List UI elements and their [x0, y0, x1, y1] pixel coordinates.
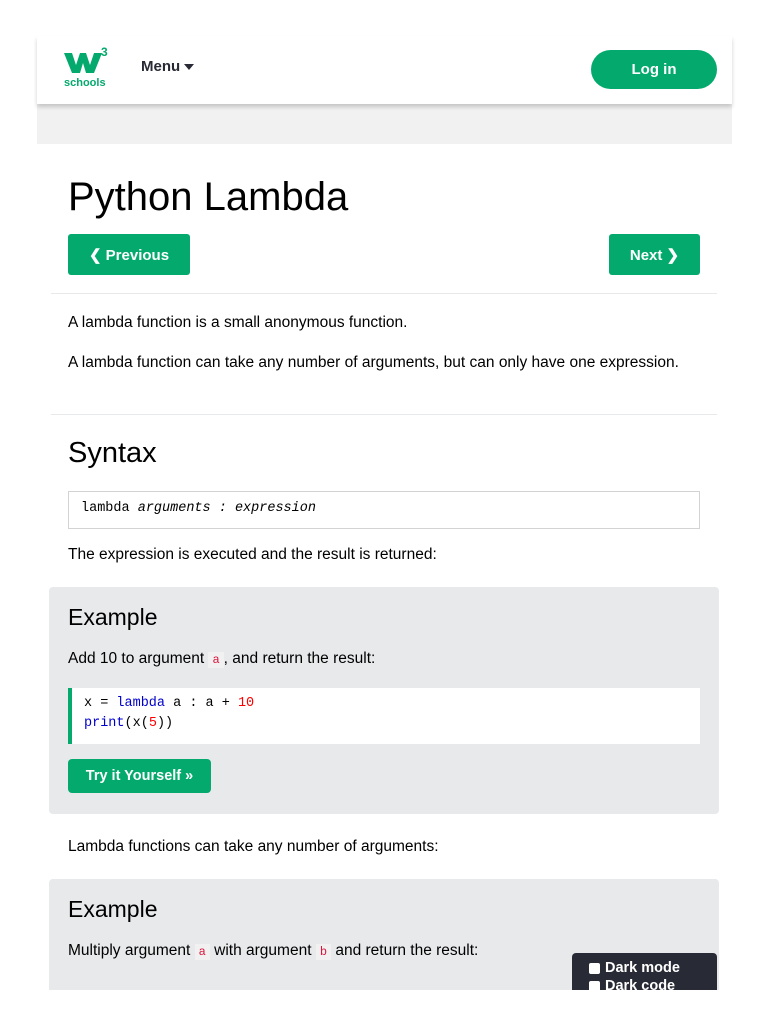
dark-code-toggle[interactable]: Dark code — [589, 977, 717, 990]
checkbox-icon[interactable] — [589, 980, 600, 990]
syntax-arguments: arguments — [137, 501, 211, 516]
desc-text: and return the result: — [331, 942, 479, 959]
desc-text: with argument — [209, 942, 316, 959]
page-title: Python Lambda — [68, 175, 349, 219]
syntax-expression: expression — [234, 501, 316, 516]
logo-wordmark: schools — [64, 77, 106, 89]
example-description: Add 10 to argument a, and return the res… — [68, 650, 375, 668]
previous-button[interactable]: ❮ Previous — [68, 234, 190, 275]
divider — [51, 414, 717, 415]
syntax-note: The expression is executed and the resul… — [68, 546, 437, 563]
inline-code-a: a — [194, 944, 210, 960]
between-paragraph: Lambda functions can take any number of … — [68, 838, 439, 855]
menu-label: Menu — [141, 58, 181, 75]
dark-mode-toggle[interactable]: Dark mode — [589, 959, 717, 977]
ad-banner-area — [37, 104, 732, 144]
dark-code-label: Dark code — [605, 978, 676, 990]
dark-mode-label: Dark mode — [605, 960, 680, 976]
example-description: Multiply argument a with argument b and … — [68, 942, 478, 960]
inline-code-b: b — [315, 944, 332, 960]
desc-text: Add 10 to argument — [68, 650, 209, 667]
syntax-heading: Syntax — [68, 437, 157, 469]
code-line-2: print(x(5)) — [84, 714, 688, 734]
login-button[interactable]: Log in — [591, 50, 717, 89]
code-keyword: lambda — [116, 696, 166, 711]
example-box-1: Example Add 10 to argument a, and return… — [49, 587, 719, 814]
checkbox-icon[interactable] — [589, 962, 600, 974]
code-number: 10 — [237, 696, 255, 711]
example-title: Example — [68, 896, 158, 922]
w3schools-logo[interactable]: 3 schools — [64, 45, 114, 91]
example-code-box: x = lambda a : a + 10 print(x(5)) — [68, 688, 700, 744]
desc-text: Multiply argument — [68, 942, 195, 959]
desc-text: , and return the result: — [223, 650, 376, 667]
syntax-keyword: lambda — [81, 501, 138, 516]
caret-down-icon — [184, 64, 195, 70]
top-navbar: 3 schools Menu Log in — [37, 36, 732, 104]
main-content: Python Lambda ❮ Previous Next ❯ A lambda… — [37, 144, 732, 990]
logo-mark-icon — [64, 53, 102, 73]
dark-mode-panel: Dark mode Dark code — [572, 953, 717, 990]
code-number: 5 — [148, 716, 157, 731]
syntax-separator: : — [210, 501, 235, 516]
menu-button[interactable]: Menu — [141, 58, 195, 75]
code-function: print — [84, 716, 125, 731]
try-it-yourself-button[interactable]: Try it Yourself » — [68, 759, 211, 793]
next-button[interactable]: Next ❯ — [609, 234, 700, 275]
intro-paragraph-2: A lambda function can take any number of… — [68, 354, 679, 371]
code-token: )) — [156, 716, 174, 731]
intro-paragraph-1: A lambda function is a small anonymous f… — [68, 314, 408, 331]
divider — [51, 293, 717, 294]
code-token: (x( — [124, 716, 149, 731]
example-title: Example — [68, 604, 158, 630]
logo-superscript: 3 — [101, 45, 108, 59]
syntax-code-box: lambda arguments : expression — [68, 491, 700, 529]
inline-code-a: a — [208, 652, 224, 668]
code-token: x = — [84, 696, 117, 711]
code-token: a : a + — [165, 696, 238, 711]
code-line-1: x = lambda a : a + 10 — [84, 694, 688, 714]
